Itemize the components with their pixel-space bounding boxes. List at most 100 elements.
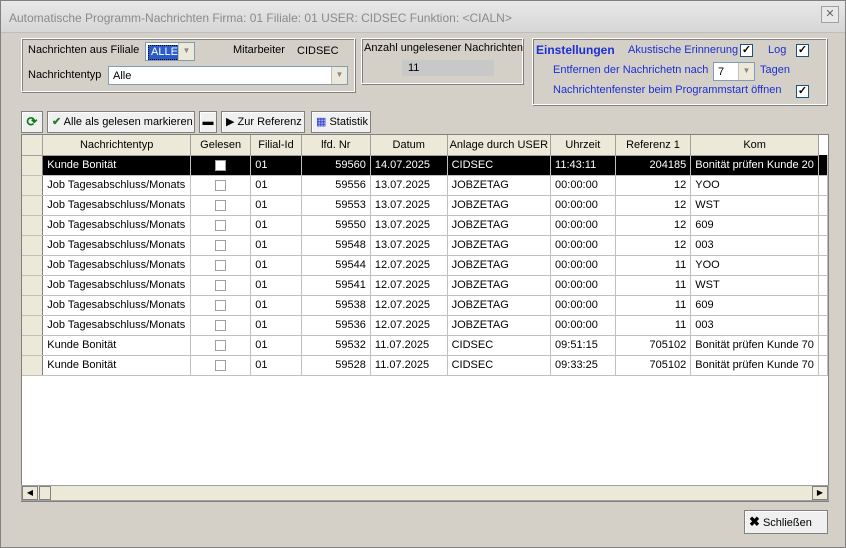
window-close-button[interactable]: ✕ (821, 6, 839, 23)
table-row[interactable]: Kunde Bonität 01 59528 11.07.2025 CIDSEC 09:3… (22, 355, 828, 376)
column-header[interactable]: Kom (690, 135, 819, 156)
table-row[interactable]: Job Tagesabschluss/Monats 01 59544 12.07.20… (22, 255, 828, 276)
column-header[interactable]: Datum (370, 135, 448, 156)
close-button[interactable]: ✖ Schließen (744, 510, 828, 534)
column-header[interactable]: Gelesen (190, 135, 252, 156)
table-row[interactable]: Job Tagesabschluss/Monats 01 59553 13.07.20… (22, 195, 828, 216)
table-row[interactable]: Kunde Bonität 01 59532 11.07.2025 CIDSEC 09:5… (22, 335, 828, 356)
read-checkbox[interactable] (215, 179, 227, 191)
read-checkbox[interactable] (215, 239, 227, 251)
statistics-button[interactable]: ▦ Statistik (311, 111, 371, 133)
minus-button[interactable]: ▬ (199, 111, 217, 133)
table-cell[interactable] (190, 295, 252, 316)
table-row[interactable]: Job Tagesabschluss/Monats 01 59550 13.07.20… (22, 215, 828, 236)
table-cell: 00:00:00 (550, 295, 616, 316)
table-cell[interactable] (190, 215, 252, 236)
goto-reference-button[interactable]: ▶ Zur Referenz (221, 111, 305, 133)
table-cell: 59532 (301, 335, 371, 356)
typ-label: Nachrichtentyp (28, 69, 102, 81)
row-indicator[interactable] (22, 335, 44, 356)
column-header[interactable]: Filial-Id (250, 135, 302, 156)
table-cell[interactable] (190, 155, 252, 176)
chevron-down-icon[interactable]: ▼ (178, 43, 194, 60)
row-indicator[interactable] (22, 235, 44, 256)
column-header[interactable]: Anlage durch USER (447, 135, 552, 156)
column-header[interactable]: Referenz 1 (615, 135, 692, 156)
table-row[interactable]: Job Tagesabschluss/Monats 01 59536 12.07.20… (22, 315, 828, 336)
table-cell: 11.07.2025 (370, 355, 448, 376)
table-cell: 003 (690, 315, 819, 336)
table-cell (818, 295, 828, 316)
row-indicator[interactable] (22, 175, 44, 196)
mark-all-read-button[interactable]: ✔ Alle als gelesen markieren (47, 111, 195, 133)
horizontal-scrollbar[interactable]: ◀ ▶ (21, 485, 829, 501)
table-cell: CIDSEC (447, 355, 552, 376)
row-indicator[interactable] (22, 295, 44, 316)
scroll-thumb[interactable] (39, 486, 51, 500)
read-checkbox[interactable] (215, 279, 227, 291)
table-cell (818, 235, 828, 256)
read-checkbox[interactable] (215, 359, 227, 371)
row-indicator[interactable] (22, 255, 44, 276)
table-row[interactable]: Job Tagesabschluss/Monats 01 59548 13.07.20… (22, 235, 828, 256)
chevron-down-icon[interactable]: ▼ (331, 67, 347, 84)
table-cell[interactable] (190, 195, 252, 216)
chevron-down-icon[interactable]: ▼ (738, 63, 754, 80)
table-cell[interactable] (190, 235, 252, 256)
read-checkbox[interactable] (215, 199, 227, 211)
read-checkbox[interactable] (215, 319, 227, 331)
table-cell: 11:43:11 (550, 155, 616, 176)
row-indicator[interactable] (22, 215, 44, 236)
acoustic-checkbox[interactable]: ✓ (740, 44, 753, 57)
read-checkbox[interactable] (215, 159, 227, 171)
table-row[interactable]: Job Tagesabschluss/Monats 01 59538 12.07.20… (22, 295, 828, 316)
messages-grid[interactable]: Nachrichtentyp Gelesen Filial-Id lfd. Nr… (21, 134, 829, 502)
table-cell: 01 (250, 255, 302, 276)
filiale-select[interactable]: ALLE ▼ (145, 42, 195, 61)
read-checkbox[interactable] (215, 259, 227, 271)
remove-label: Entfernen der Nachrichetn nach (553, 64, 709, 76)
scroll-right-button[interactable]: ▶ (812, 486, 828, 500)
table-cell: Job Tagesabschluss/Monats (42, 295, 192, 316)
table-row[interactable]: Job Tagesabschluss/Monats 01 59541 12.07.20… (22, 275, 828, 296)
table-cell[interactable] (190, 275, 252, 296)
table-cell: Kunde Bonität (42, 335, 192, 356)
column-header[interactable]: Uhrzeit (550, 135, 616, 156)
table-cell (818, 195, 828, 216)
table-cell: 705102 (615, 335, 692, 356)
row-indicator[interactable] (22, 315, 44, 336)
column-header[interactable]: Nachrichtentyp (42, 135, 192, 156)
close-icon: ✖ (749, 514, 760, 529)
remove-unit: Tagen (760, 64, 790, 76)
column-header[interactable]: lfd. Nr (301, 135, 371, 156)
table-cell: 11 (615, 295, 692, 316)
row-indicator[interactable] (22, 355, 44, 376)
table-cell[interactable] (190, 335, 252, 356)
log-checkbox[interactable]: ✓ (796, 44, 809, 57)
row-indicator[interactable] (22, 275, 44, 296)
read-checkbox[interactable] (215, 299, 227, 311)
table-cell: 01 (250, 275, 302, 296)
table-cell[interactable] (190, 255, 252, 276)
scroll-left-button[interactable]: ◀ (22, 486, 38, 500)
table-cell: 204185 (615, 155, 692, 176)
table-cell: WST (690, 195, 819, 216)
table-cell: 01 (250, 315, 302, 336)
table-cell: 13.07.2025 (370, 195, 448, 216)
open-on-start-checkbox[interactable]: ✓ (796, 85, 809, 98)
table-cell: 01 (250, 215, 302, 236)
table-cell[interactable] (190, 175, 252, 196)
table-row[interactable]: Job Tagesabschluss/Monats 01 59556 13.07.20… (22, 175, 828, 196)
read-checkbox[interactable] (215, 339, 227, 351)
row-indicator[interactable] (22, 155, 44, 176)
title-bar: Automatische Programm-Nachrichten Firma:… (1, 1, 845, 33)
table-row[interactable]: Kunde Bonität 01 59560 14.07.2025 CIDSEC 11:4… (22, 155, 828, 176)
remove-days-select[interactable]: 7 ▼ (713, 62, 755, 81)
refresh-button[interactable]: ⟳ (21, 111, 43, 133)
row-indicator[interactable] (22, 195, 44, 216)
typ-select[interactable]: Alle ▼ (108, 66, 348, 85)
read-checkbox[interactable] (215, 219, 227, 231)
table-cell (818, 175, 828, 196)
table-cell[interactable] (190, 315, 252, 336)
table-cell[interactable] (190, 355, 252, 376)
